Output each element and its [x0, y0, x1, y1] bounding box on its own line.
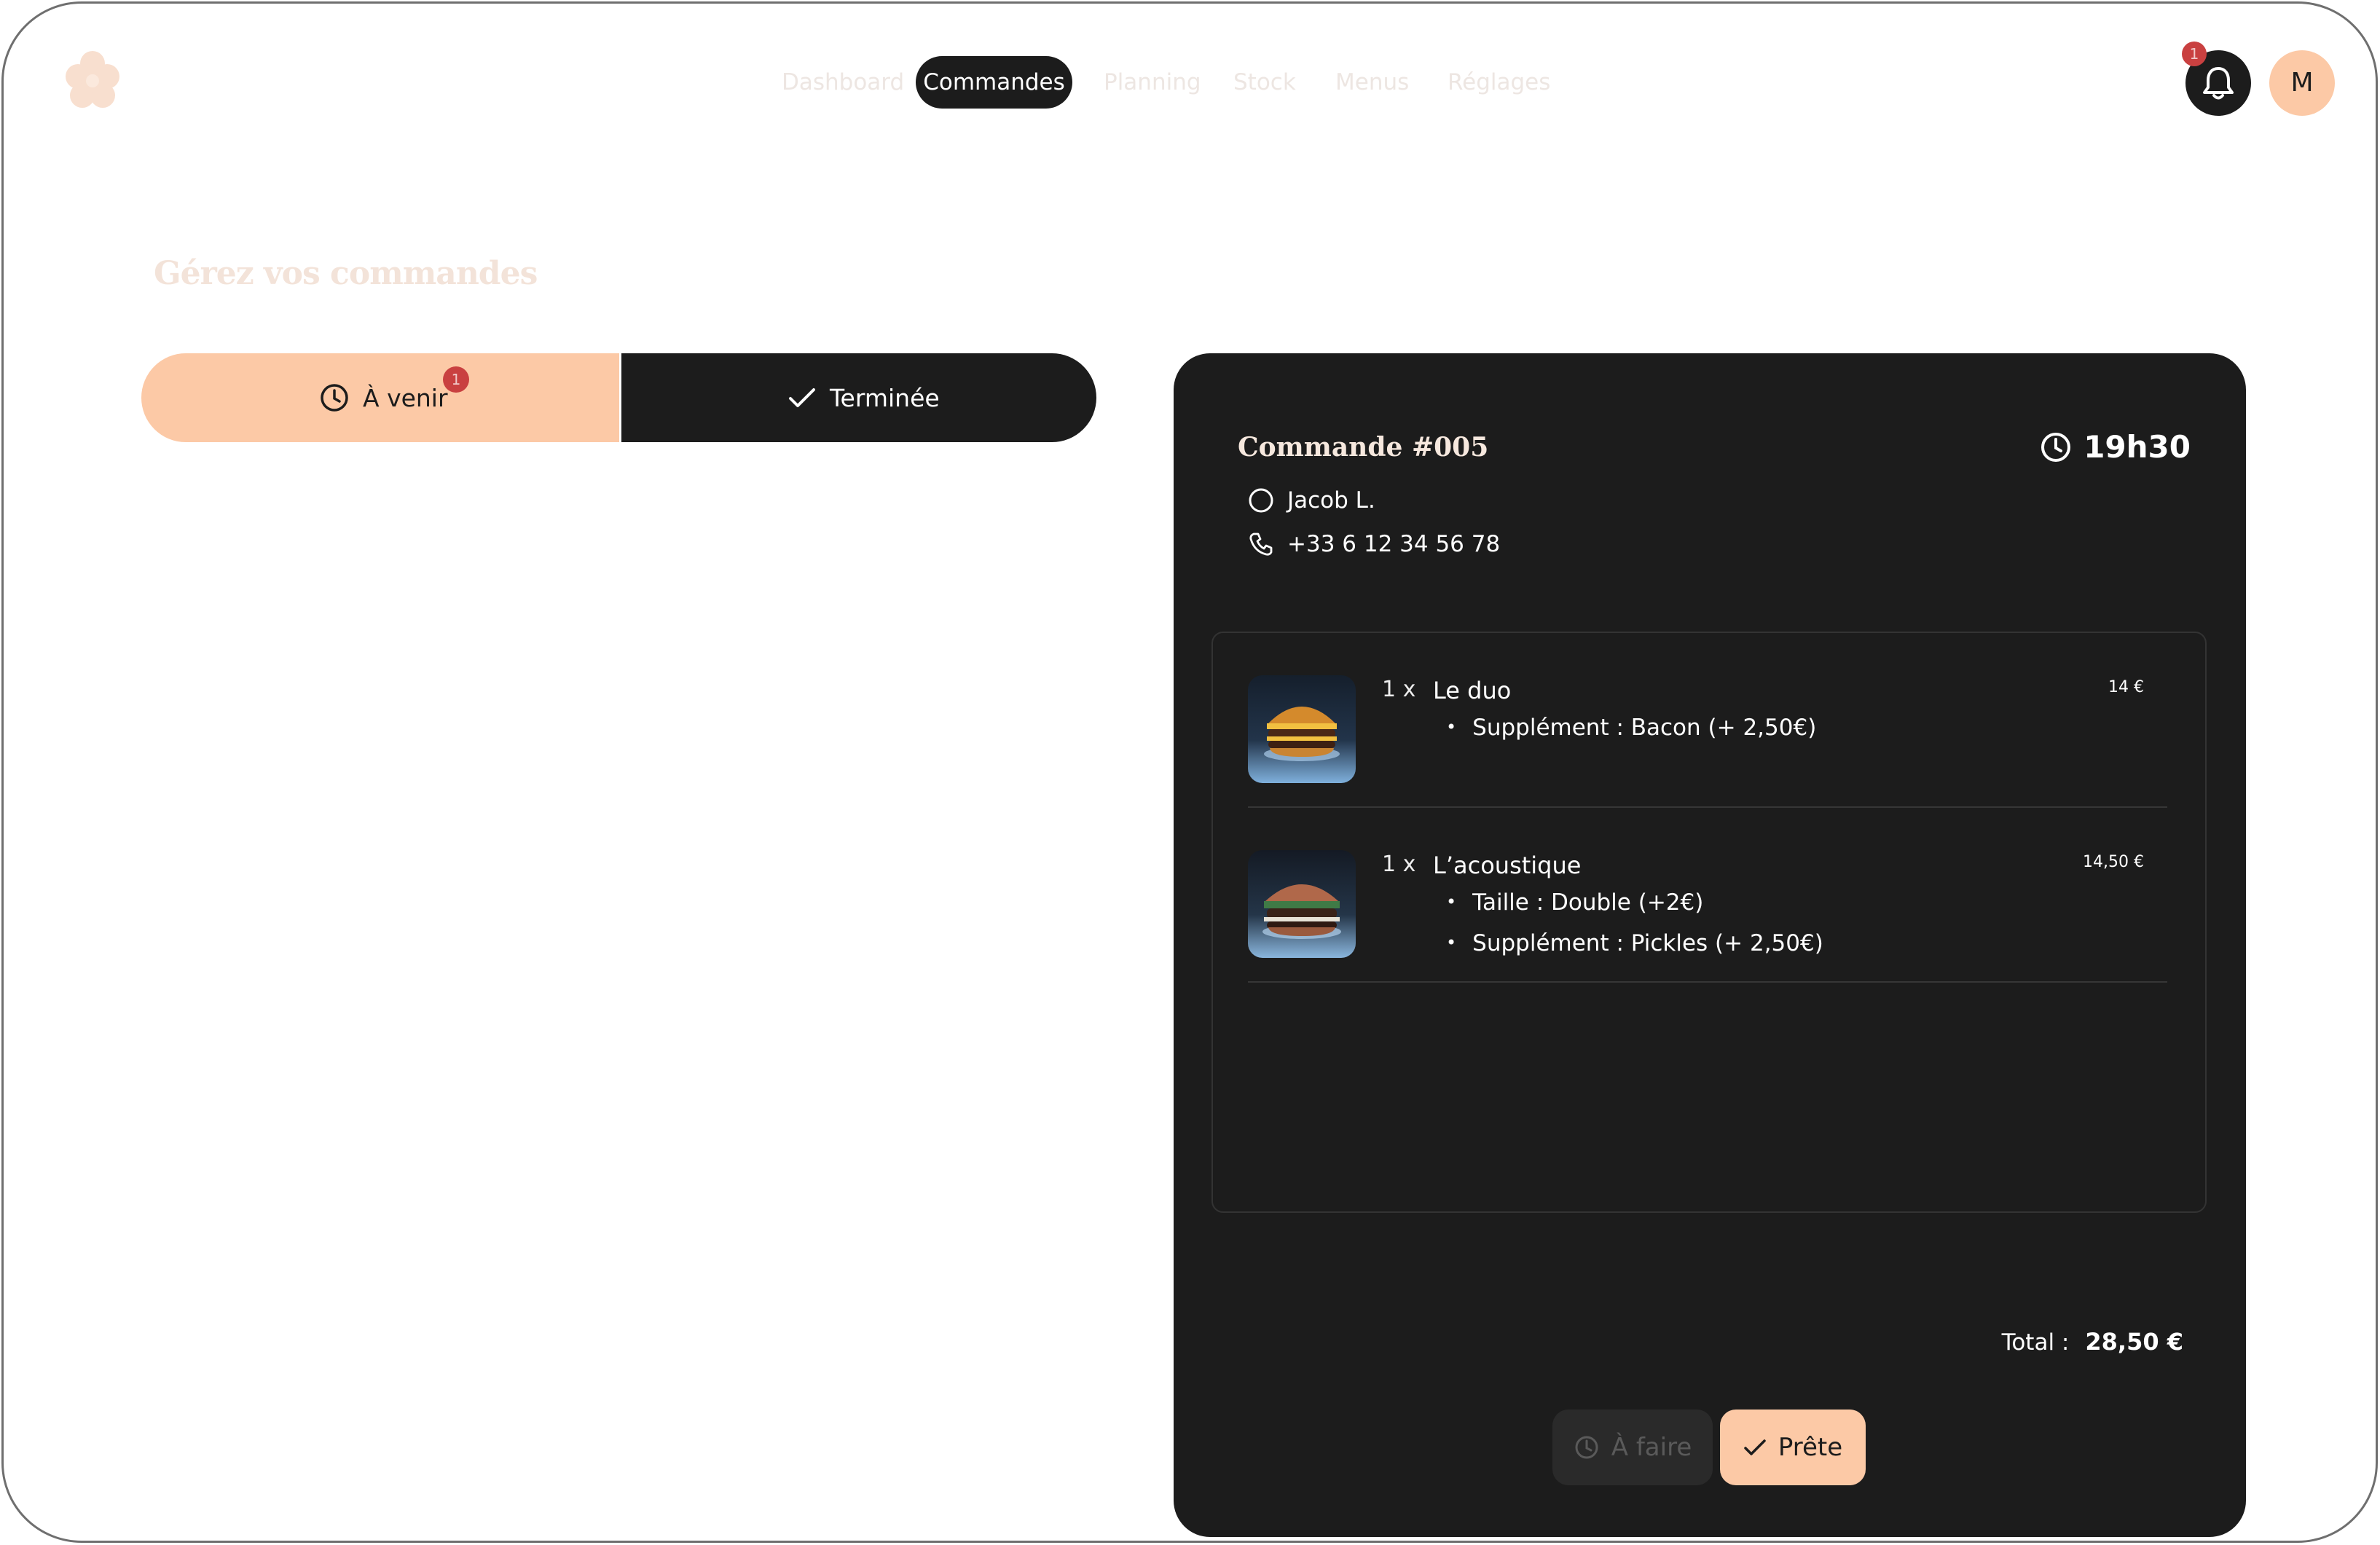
clock-icon — [321, 384, 348, 412]
nav-reglages[interactable]: Réglages — [1448, 56, 1550, 109]
check-icon — [789, 388, 815, 407]
mark-todo-button[interactable]: À faire — [1552, 1410, 1713, 1485]
user-circle-icon — [1249, 488, 1273, 513]
main-nav: Dashboard Commandes Planning Stock Menus… — [4, 56, 2376, 109]
total-label: Total : — [2001, 1329, 2070, 1356]
app-window: Dashboard Commandes Planning Stock Menus… — [1, 1, 2378, 1543]
filter-done-label: Terminée — [830, 383, 940, 412]
item-quantity: 1 x — [1382, 677, 1416, 702]
customer-name: Jacob L. — [1287, 487, 1375, 514]
page-title: Gérez vos commandes — [154, 255, 538, 292]
customer-phone-row: +33 6 12 34 56 78 — [1248, 531, 1500, 557]
notification-badge: 1 — [2182, 42, 2207, 66]
item-price: 14 € — [2108, 678, 2144, 696]
item-name: Le duo — [1433, 677, 1512, 704]
order-title: Commande #005 — [1238, 432, 1489, 463]
filter-upcoming-button[interactable]: À venir 1 — [141, 353, 619, 442]
clock-icon — [2041, 432, 2071, 462]
order-time-value: 19h30 — [2084, 429, 2191, 465]
mark-ready-button[interactable]: Prête — [1720, 1410, 1866, 1485]
order-items-list: 1 x Le duo 14 € Supplément : Bacon (+ 2,… — [1211, 632, 2207, 1213]
order-item: 1 x Le duo 14 € Supplément : Bacon (+ 2,… — [1248, 633, 2167, 808]
item-option: Supplément : Bacon (+ 2,50€) — [1446, 715, 1816, 741]
item-option: Supplément : Pickles (+ 2,50€) — [1446, 930, 1823, 956]
item-divider — [1248, 981, 2167, 983]
todo-label: À faire — [1611, 1433, 1692, 1462]
customer-phone: +33 6 12 34 56 78 — [1287, 531, 1501, 557]
item-price: 14,50 € — [2083, 853, 2144, 871]
nav-dashboard[interactable]: Dashboard — [782, 56, 904, 109]
avatar[interactable]: M — [2269, 50, 2335, 116]
burger-image — [1248, 675, 1356, 783]
filter-done-button[interactable]: Terminée — [621, 353, 1096, 442]
total-value: 28,50 € — [2085, 1328, 2183, 1356]
burger-image — [1248, 850, 1356, 958]
customer-name-row: Jacob L. — [1248, 487, 1375, 514]
item-quantity: 1 x — [1382, 852, 1416, 877]
filter-upcoming-label: À venir — [363, 383, 448, 412]
upcoming-count-badge: 1 — [443, 366, 469, 393]
ready-label: Prête — [1778, 1433, 1843, 1462]
clock-icon — [1575, 1436, 1598, 1459]
nav-commandes[interactable]: Commandes — [916, 56, 1072, 109]
nav-planning[interactable]: Planning — [1104, 56, 1201, 109]
order-detail-card: Commande #005 19h30 Jacob L. +33 6 12 34… — [1174, 353, 2246, 1537]
bell-icon — [2203, 67, 2234, 100]
phone-icon — [1249, 532, 1273, 556]
check-icon — [1744, 1439, 1766, 1455]
order-time: 19h30 — [2040, 429, 2191, 465]
item-option: Taille : Double (+2€) — [1446, 889, 1703, 916]
nav-menus[interactable]: Menus — [1335, 56, 1409, 109]
order-item: 1 x L’acoustique 14,50 € Taille : Double… — [1248, 808, 2167, 983]
order-total: Total : 28,50 € — [2002, 1328, 2183, 1356]
item-name: L’acoustique — [1433, 852, 1582, 879]
nav-stock[interactable]: Stock — [1233, 56, 1296, 109]
